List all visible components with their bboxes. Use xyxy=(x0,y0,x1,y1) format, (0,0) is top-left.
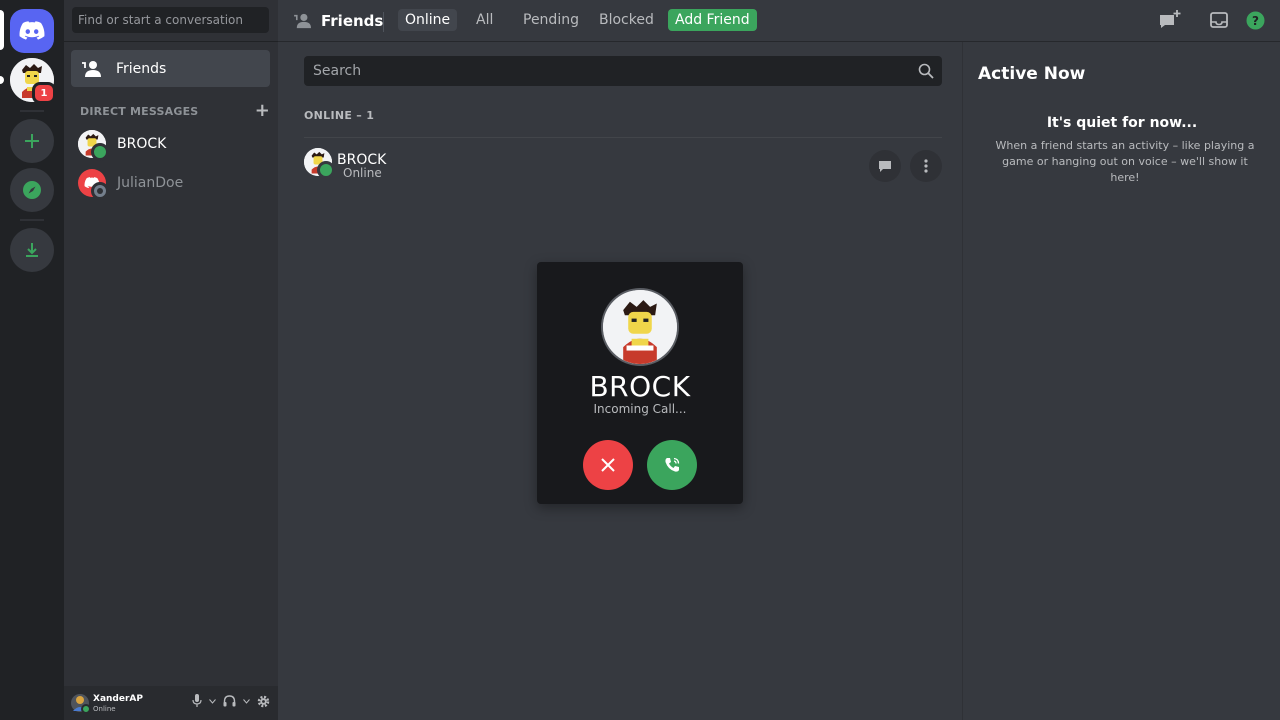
user-controls xyxy=(192,694,270,708)
caller-avatar xyxy=(601,288,679,366)
chat-bubble-icon xyxy=(879,160,891,172)
dm-item-juliandoe[interactable]: JulianDoe xyxy=(71,165,270,201)
gear-icon[interactable] xyxy=(257,695,270,708)
online-count-header: ONLINE – 1 xyxy=(304,109,375,122)
chevron-down-icon[interactable] xyxy=(243,698,250,704)
message-button[interactable] xyxy=(869,150,901,182)
tab-online[interactable]: Online xyxy=(398,9,458,31)
guild-separator xyxy=(20,219,44,221)
tab-blocked[interactable]: Blocked xyxy=(592,9,661,31)
dm-sidebar: Find or start a conversation Friends DIR… xyxy=(64,0,278,720)
notification-badge: 1 xyxy=(32,82,56,104)
page-title-label: Friends xyxy=(321,12,384,30)
add-friend-button[interactable]: Add Friend xyxy=(668,9,757,31)
avatar xyxy=(78,169,109,200)
tab-all[interactable]: All xyxy=(469,9,500,31)
online-status-dot xyxy=(317,161,335,179)
create-dm-plus-icon[interactable]: + xyxy=(255,102,270,120)
inbox-button[interactable] xyxy=(1208,9,1230,31)
user-panel: XanderAP Online xyxy=(64,686,278,720)
discord-logo-icon xyxy=(19,21,45,40)
active-now-panel: Active Now It's quiet for now... When a … xyxy=(962,42,1280,720)
search-icon xyxy=(918,63,934,79)
page-title: Friends xyxy=(293,12,383,30)
friends-label: Friends xyxy=(116,60,167,77)
inbox-icon xyxy=(1210,12,1228,28)
user-avatar[interactable] xyxy=(71,694,91,714)
dm-header-label: DIRECT MESSAGES xyxy=(80,104,199,118)
home-button[interactable] xyxy=(10,9,54,53)
guild-separator xyxy=(20,110,44,112)
more-vertical-icon xyxy=(924,159,928,173)
microphone-icon[interactable] xyxy=(192,694,202,708)
brock-avatar-icon xyxy=(603,290,677,364)
online-status-dot xyxy=(81,704,91,714)
friend-status: Online xyxy=(343,166,382,180)
online-status-dot xyxy=(91,143,109,161)
dm-item-brock[interactable]: BROCK xyxy=(71,126,270,162)
user-info: XanderAP Online xyxy=(93,694,143,713)
selected-indicator xyxy=(0,10,4,50)
explore-servers-button[interactable] xyxy=(10,168,54,212)
empty-state-description: When a friend starts an activity – like … xyxy=(995,139,1255,184)
unread-indicator xyxy=(0,76,4,84)
sidebar-divider xyxy=(64,41,278,42)
topbar-divider xyxy=(383,12,384,32)
help-icon: ? xyxy=(1246,11,1264,29)
plus-icon xyxy=(25,134,39,148)
incoming-call-popup: BROCK Incoming Call... xyxy=(537,262,743,504)
add-server-button[interactable] xyxy=(10,119,54,163)
call-status: Incoming Call... xyxy=(593,402,687,416)
avatar xyxy=(304,148,335,179)
offline-status-dot xyxy=(91,182,109,200)
chevron-down-icon[interactable] xyxy=(209,698,216,704)
sidebar-item-friends[interactable]: Friends xyxy=(71,50,270,87)
dm-avatar-brock[interactable]: 1 xyxy=(10,58,56,104)
friend-row-brock[interactable]: BROCK Online xyxy=(304,148,942,182)
friends-icon xyxy=(294,13,311,29)
friends-icon xyxy=(82,60,101,77)
server-list: 1 xyxy=(0,0,64,720)
list-divider xyxy=(304,137,942,138)
headphones-icon[interactable] xyxy=(223,695,236,707)
help-button[interactable]: ? xyxy=(1244,9,1266,31)
friends-search-input[interactable]: Search xyxy=(304,56,942,86)
user-status: Online xyxy=(93,704,116,713)
search-placeholder: Search xyxy=(313,63,362,79)
new-group-dm-icon xyxy=(1160,10,1181,28)
active-now-title: Active Now xyxy=(978,64,1086,84)
avatar xyxy=(78,130,109,161)
close-icon xyxy=(601,458,615,472)
more-options-button[interactable] xyxy=(910,150,942,182)
download-apps-button[interactable] xyxy=(10,228,54,272)
friends-topbar: Friends Online All Pending Blocked Add F… xyxy=(278,0,1280,42)
dm-name: JulianDoe xyxy=(117,175,184,191)
svg-text:?: ? xyxy=(1252,14,1259,28)
dm-name: BROCK xyxy=(117,136,167,152)
phone-icon xyxy=(665,457,680,472)
tab-pending[interactable]: Pending xyxy=(516,9,586,31)
direct-messages-header: DIRECT MESSAGES + xyxy=(80,102,270,120)
caller-name: BROCK xyxy=(589,370,691,403)
compass-icon xyxy=(23,181,41,199)
accept-call-button[interactable] xyxy=(647,440,697,490)
empty-state-title: It's quiet for now... xyxy=(1046,115,1198,131)
decline-call-button[interactable] xyxy=(583,440,633,490)
new-group-dm-button[interactable] xyxy=(1158,9,1182,31)
find-conversation-input[interactable]: Find or start a conversation xyxy=(72,7,269,33)
username: XanderAP xyxy=(93,693,143,704)
download-icon xyxy=(26,243,38,257)
